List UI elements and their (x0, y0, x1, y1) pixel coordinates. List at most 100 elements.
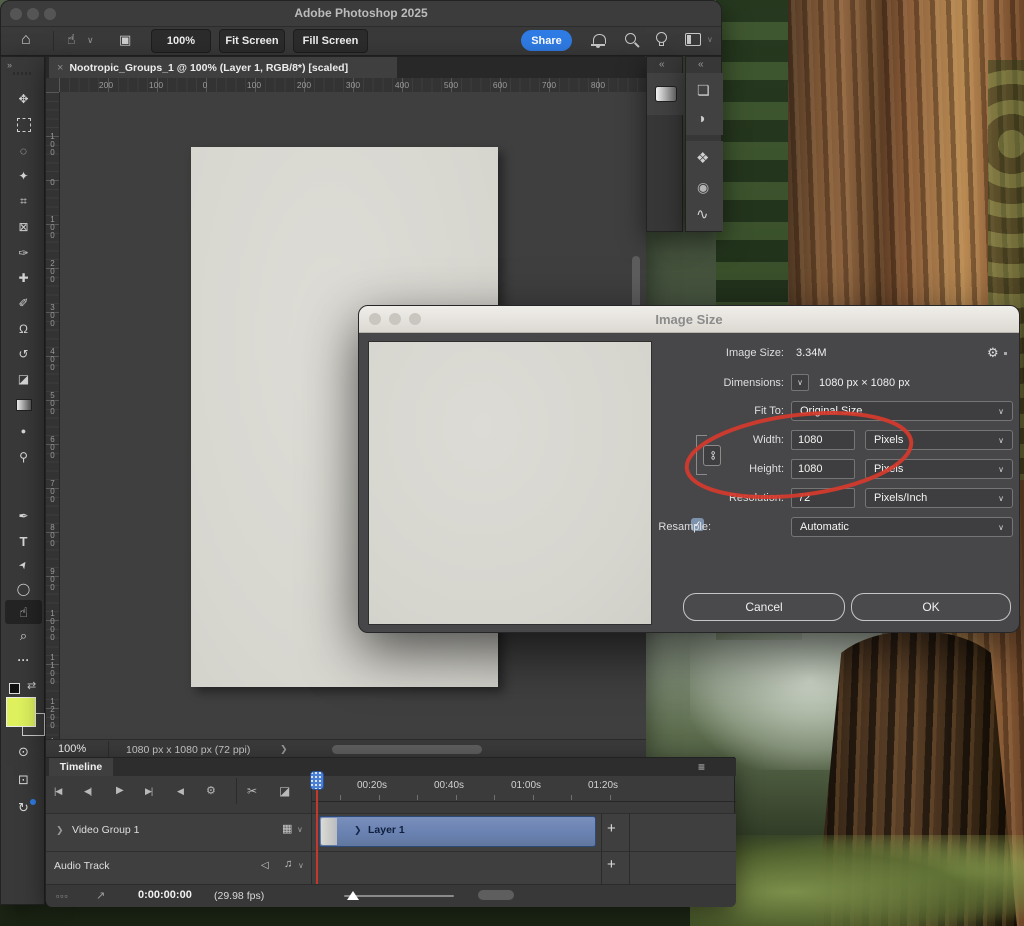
dodge-tool[interactable]: ⚲ (1, 446, 46, 468)
ok-button[interactable]: OK (851, 593, 1011, 621)
go-to-first-frame-button[interactable]: |◀ (54, 786, 61, 797)
resolution-input[interactable] (791, 488, 855, 508)
channels-panel-icon[interactable]: ◉ (697, 180, 709, 194)
dimensions-dropdown-button[interactable]: ∨ (791, 374, 809, 391)
gradients-panel-button[interactable] (647, 73, 684, 115)
pen-tool[interactable]: ✒ (1, 505, 46, 527)
screen-mode-button[interactable]: ⊡ (1, 769, 46, 791)
cancel-button[interactable]: Cancel (683, 593, 845, 621)
adjustments-panel-icon[interactable]: ◑ (697, 111, 705, 125)
height-unit-dropdown[interactable]: Pixels ∨ (865, 459, 1013, 479)
blur-tool[interactable]: ● (1, 420, 46, 442)
eraser-tool[interactable]: ◪ (1, 368, 46, 390)
audio-mute-button[interactable]: ◀ (177, 786, 184, 797)
layers-panel-icon[interactable]: ❖ (696, 151, 709, 166)
search-icon[interactable] (625, 33, 636, 44)
chevron-down-icon[interactable]: ∨ (707, 36, 713, 44)
video-filter-film-icon[interactable]: ▦ (282, 822, 292, 835)
notifications-bell-icon[interactable] (593, 34, 606, 44)
magic-wand-tool[interactable]: ✦ (1, 165, 46, 187)
playhead-line[interactable] (316, 790, 318, 884)
dialog-gear-icon[interactable]: ⚙ (987, 345, 999, 361)
status-chevron-icon[interactable]: ❯ (280, 744, 288, 755)
marquee-tool[interactable] (1, 114, 46, 136)
timeline-zoom-slider[interactable] (344, 895, 454, 897)
next-frame-button[interactable]: ▶| (145, 786, 152, 797)
ruler-corner[interactable] (46, 78, 60, 93)
screen-options-icon[interactable]: ▣ (119, 33, 131, 46)
fit-screen-button[interactable]: Fit Screen (219, 29, 285, 53)
collapse-panels-icon[interactable]: « (659, 59, 665, 70)
playhead[interactable] (310, 771, 324, 790)
titlebar[interactable]: Adobe Photoshop 2025 (1, 1, 721, 27)
libraries-panel-icon[interactable]: ❏ (697, 83, 710, 97)
frames-view-icon[interactable]: ▫▫▫ (56, 891, 69, 901)
timeline-tab[interactable]: Timeline (49, 758, 113, 776)
edit-toolbar-button[interactable]: ··· (1, 649, 46, 671)
crop-tool[interactable]: ⌗ (1, 190, 46, 212)
eyedropper-tool[interactable]: ✑ (1, 242, 46, 264)
time-ruler[interactable]: 00:20s 00:40s 01:00s 01:20s (311, 776, 736, 802)
dialog-titlebar[interactable]: Image Size (359, 306, 1019, 333)
add-audio-clip-button[interactable]: + (607, 856, 616, 873)
music-note-icon[interactable]: ♫ (284, 858, 292, 870)
default-colors-icon[interactable] (9, 683, 20, 694)
render-export-icon[interactable]: ↗ (96, 889, 105, 902)
height-input[interactable] (791, 459, 855, 479)
resample-dropdown[interactable]: Automatic ∨ (791, 517, 1013, 537)
previous-frame-button[interactable]: ◀| (84, 786, 91, 797)
home-icon[interactable]: ⌂ (21, 32, 31, 48)
timeline-menu-icon[interactable]: ≡ (698, 760, 705, 774)
foreground-color-swatch[interactable] (6, 697, 36, 727)
transitions-icon[interactable]: ◪ (279, 784, 290, 798)
width-unit-dropdown[interactable]: Pixels ∨ (865, 430, 1013, 450)
timeline-zoom-slider-thumb[interactable] (347, 891, 359, 900)
play-button[interactable]: ▶ (116, 785, 124, 796)
horizontal-scrollbar[interactable] (332, 745, 482, 754)
toolbar-grip[interactable] (13, 72, 33, 75)
swap-colors-icon[interactable]: ⇄ (27, 681, 36, 692)
gradient-tool[interactable] (1, 394, 46, 416)
status-zoom-level[interactable]: 100% (58, 743, 86, 755)
lasso-tool[interactable]: ◌ (1, 140, 46, 162)
video-group-chevron-icon[interactable]: ❯ (56, 825, 64, 836)
rotate-view-button[interactable]: ↻ (1, 797, 46, 819)
zoom-tool[interactable]: ⌕ (1, 625, 46, 647)
discover-lightbulb-icon[interactable] (656, 32, 667, 43)
clip-chevron-icon[interactable]: ❯ (354, 825, 362, 836)
shape-tool[interactable]: ◯ (1, 578, 46, 600)
timeline-settings-gear-icon[interactable]: ⚙ (206, 784, 216, 797)
speaker-icon[interactable]: ◁ (261, 860, 269, 871)
healing-brush-tool[interactable]: ✚ (1, 267, 46, 289)
hand-tool-options-icon[interactable]: ☝ (67, 32, 76, 46)
horizontal-ruler[interactable]: 200 100 0 100 200 300 400 500 600 700 80… (59, 78, 646, 93)
split-clip-scissors-icon[interactable]: ✂ (247, 784, 257, 798)
brush-tool[interactable]: ✐ (1, 292, 46, 314)
workspace-panel-icon[interactable] (685, 33, 701, 46)
timeline-clip-layer1[interactable]: ❯ Layer 1 (319, 816, 596, 847)
resolution-unit-dropdown[interactable]: Pixels/Inch ∨ (865, 488, 1013, 508)
hand-tool[interactable]: ☝ (1, 601, 46, 623)
close-tab-icon[interactable]: × (57, 62, 63, 74)
chevron-down-icon[interactable]: ∨ (297, 825, 303, 834)
timeline-scrollbar[interactable] (478, 890, 514, 900)
zoom-100-button[interactable]: 100% (151, 29, 211, 53)
fit-to-dropdown[interactable]: Original Size ∨ (791, 401, 1013, 421)
history-brush-tool[interactable]: ↺ (1, 343, 46, 365)
paths-panel-icon[interactable]: ∿ (696, 207, 709, 222)
add-video-clip-button[interactable]: + (607, 820, 616, 837)
chevron-down-icon[interactable]: ∨ (87, 36, 94, 45)
frame-tool[interactable]: ⊠ (1, 216, 46, 238)
share-button[interactable]: Share (521, 30, 572, 51)
chevron-down-icon[interactable]: ∨ (298, 861, 304, 870)
quick-mask-button[interactable]: ⊙ (1, 741, 46, 763)
expand-toolbar-icon[interactable]: » (7, 60, 11, 70)
move-tool[interactable]: ✥ (1, 88, 46, 110)
fill-screen-button[interactable]: Fill Screen (293, 29, 368, 53)
width-input[interactable] (791, 430, 855, 450)
vertical-ruler[interactable]: 100 0 100 200 300 400 500 600 700 800 90… (46, 92, 60, 739)
clone-stamp-tool[interactable]: Ω (1, 318, 46, 340)
image-preview[interactable] (368, 341, 652, 625)
document-tab[interactable]: × Nootropic_Groups_1 @ 100% (Layer 1, RG… (49, 57, 397, 78)
collapse-panels-icon[interactable]: « (698, 59, 704, 70)
